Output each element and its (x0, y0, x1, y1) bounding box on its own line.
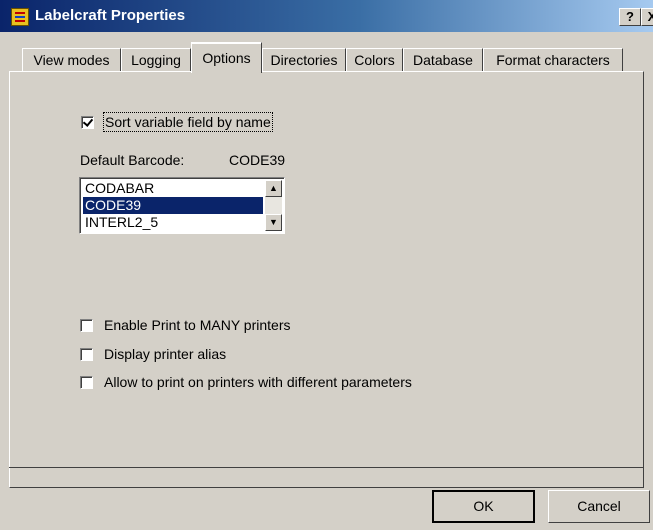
enable-print-many-label[interactable]: Enable Print to MANY printers (104, 317, 291, 333)
tab-options[interactable]: Options (191, 42, 262, 73)
display-printer-alias-row[interactable]: Display printer alias (80, 346, 226, 362)
list-item-codabar[interactable]: CODABAR (83, 180, 263, 197)
tab-strip: View modes Logging Options Directories C… (0, 42, 653, 73)
allow-different-params-checkbox[interactable] (80, 375, 93, 389)
panel-divider (9, 467, 644, 468)
title-bar: Labelcraft Properties ? X (0, 0, 653, 32)
enable-print-many-row[interactable]: Enable Print to MANY printers (80, 317, 291, 333)
default-barcode-label: Default Barcode: (80, 152, 185, 168)
labelcraft-app-icon (11, 8, 29, 26)
options-panel (9, 71, 644, 488)
listbox-scrollbar[interactable]: ▲ ▼ (265, 180, 282, 231)
close-button[interactable]: X (641, 8, 653, 26)
help-button[interactable]: ? (619, 8, 641, 26)
down-arrow-icon: ▼ (269, 217, 278, 227)
display-printer-alias-label[interactable]: Display printer alias (104, 346, 226, 362)
sort-variable-checkbox[interactable] (81, 115, 94, 129)
tab-database[interactable]: Database (403, 48, 483, 72)
scroll-up-button[interactable]: ▲ (265, 180, 282, 197)
tab-view-modes[interactable]: View modes (22, 48, 121, 72)
ok-button[interactable]: OK (432, 490, 535, 523)
allow-different-params-label[interactable]: Allow to print on printers with differen… (104, 374, 412, 390)
enable-print-many-checkbox[interactable] (80, 318, 93, 332)
tab-format-characters[interactable]: Format characters (483, 48, 623, 72)
tab-directories[interactable]: Directories (262, 48, 346, 72)
display-printer-alias-checkbox[interactable] (80, 347, 93, 361)
scroll-down-button[interactable]: ▼ (265, 214, 282, 231)
up-arrow-icon: ▲ (269, 183, 278, 193)
list-item-interl2-5[interactable]: INTERL2_5 (83, 214, 263, 231)
allow-different-params-row[interactable]: Allow to print on printers with differen… (80, 374, 412, 390)
tab-logging[interactable]: Logging (121, 48, 191, 72)
cancel-button[interactable]: Cancel (548, 490, 650, 523)
sort-variable-row[interactable]: Sort variable field by name (81, 112, 273, 132)
default-barcode-value: CODE39 (229, 152, 286, 168)
barcode-listbox[interactable]: CODABAR CODE39 INTERL2_5 ▲ ▼ (79, 177, 285, 234)
window-title: Labelcraft Properties (35, 7, 186, 24)
sort-variable-label[interactable]: Sort variable field by name (103, 112, 273, 132)
tab-colors[interactable]: Colors (346, 48, 403, 72)
list-item-code39[interactable]: CODE39 (83, 197, 263, 214)
